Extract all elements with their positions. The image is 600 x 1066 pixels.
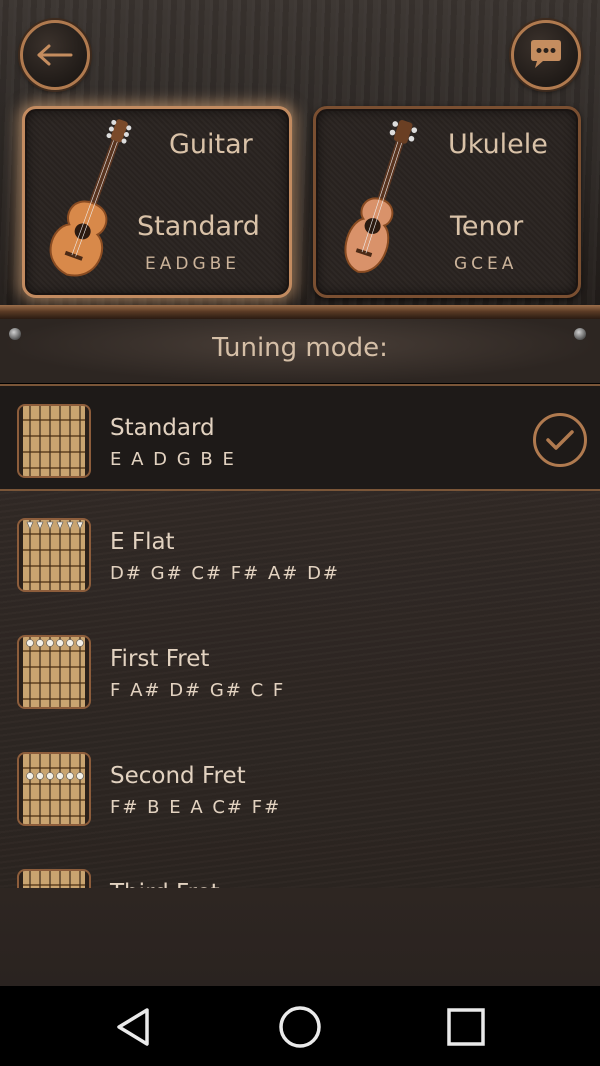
tuning-row-e-flat[interactable]: E Flat D# G# C# F# A# D# bbox=[0, 500, 600, 607]
list-footer-area bbox=[0, 888, 600, 986]
tuning-notes: F# B E A C# F# bbox=[110, 797, 282, 818]
wood-divider bbox=[0, 305, 600, 319]
tuning-row-first-fret[interactable]: First Fret F A# D# G# C F bbox=[0, 617, 600, 724]
nav-recents-button[interactable] bbox=[441, 1004, 491, 1050]
tuning-row-third-fret[interactable]: Third Fret bbox=[0, 851, 600, 888]
instrument-notes: EADGBE bbox=[145, 254, 241, 274]
instrument-tuning: Tenor bbox=[450, 211, 524, 242]
chat-button[interactable] bbox=[511, 20, 581, 90]
instrument-name: Ukulele bbox=[448, 129, 548, 160]
tuning-mode-title: Tuning mode: bbox=[212, 333, 388, 363]
system-navbar bbox=[0, 986, 600, 1066]
tuning-notes: F A# D# G# C F bbox=[110, 680, 286, 701]
nav-back-icon bbox=[117, 1008, 149, 1046]
nav-back-button[interactable] bbox=[108, 1004, 158, 1050]
instrument-card-ukulele[interactable]: Ukulele Tenor GCEA bbox=[313, 106, 581, 298]
tuning-name: Third Fret bbox=[110, 880, 220, 888]
tuning-notes: E A D G B E bbox=[110, 449, 236, 470]
tuning-name: Second Fret bbox=[110, 763, 246, 789]
instrument-tuning: Standard bbox=[137, 211, 260, 242]
arrow-left-icon bbox=[37, 44, 73, 66]
top-panel: Guitar Standard EADGBE Ukulele Tenor GCE… bbox=[0, 0, 600, 305]
tuning-list[interactable]: Standard E A D G B E E Flat D# G# C# F# … bbox=[0, 384, 600, 888]
tuning-name: E Flat bbox=[110, 529, 175, 555]
instrument-notes: GCEA bbox=[454, 254, 518, 274]
instrument-name: Guitar bbox=[169, 129, 253, 160]
nav-home-button[interactable] bbox=[275, 1004, 325, 1050]
tuning-name: First Fret bbox=[110, 646, 210, 672]
tuning-mode-header: Tuning mode: bbox=[0, 319, 600, 384]
tuning-name: Standard bbox=[110, 415, 215, 441]
fretboard-icon bbox=[17, 518, 91, 592]
tuning-row-standard[interactable]: Standard E A D G B E bbox=[0, 384, 600, 491]
back-button[interactable] bbox=[20, 20, 90, 90]
nav-recents-icon bbox=[447, 1008, 485, 1046]
chat-bubble-icon bbox=[531, 40, 561, 68]
ukulele-icon bbox=[344, 119, 418, 273]
nav-home-icon bbox=[279, 1006, 321, 1048]
fretboard-icon bbox=[17, 752, 91, 826]
fretboard-icon bbox=[17, 869, 91, 888]
fretboard-icon bbox=[17, 635, 91, 709]
guitar-icon bbox=[49, 119, 132, 277]
fretboard-icon bbox=[17, 404, 91, 478]
tuning-notes: D# G# C# F# A# D# bbox=[110, 563, 341, 584]
instrument-card-guitar[interactable]: Guitar Standard EADGBE bbox=[22, 106, 292, 298]
check-icon bbox=[533, 413, 587, 467]
tuning-row-second-fret[interactable]: Second Fret F# B E A C# F# bbox=[0, 734, 600, 841]
